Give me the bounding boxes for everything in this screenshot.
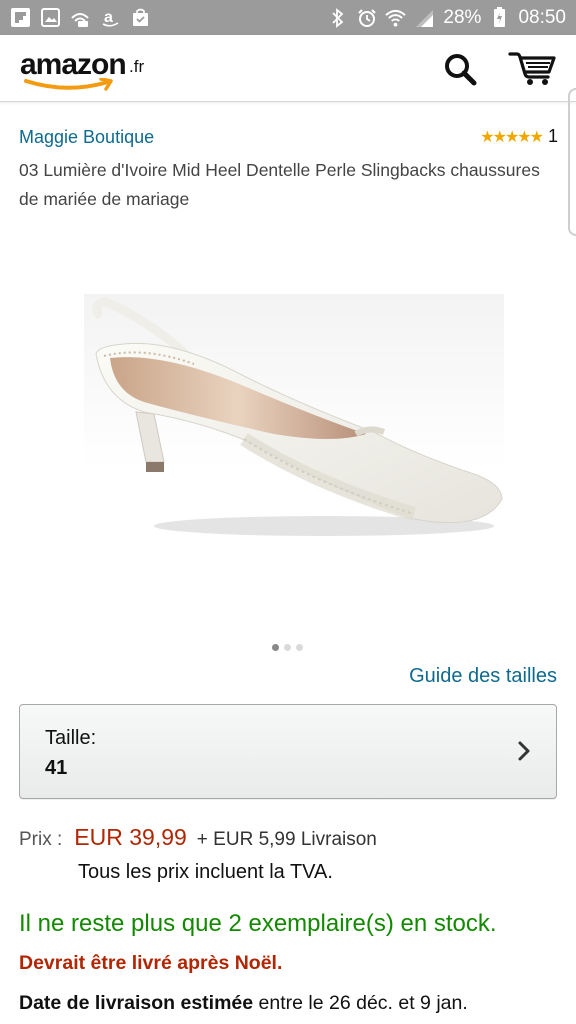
search-button[interactable]	[440, 49, 480, 89]
side-drawer-handle[interactable]	[568, 88, 576, 236]
logo-tld: .fr	[129, 57, 145, 76]
system-status: 28% 08:50	[327, 0, 566, 35]
size-selector[interactable]: Taille: 41	[19, 704, 557, 799]
rating-stars: ★★★★★	[480, 128, 544, 146]
price-value: EUR 39,99	[74, 824, 187, 850]
chevron-right-icon	[518, 741, 530, 761]
stock-status: Il ne reste plus que 2 exemplaire(s) en …	[19, 910, 497, 937]
delivery-estimate-label: Date de livraison estimée	[19, 992, 254, 1014]
search-icon	[445, 54, 477, 86]
notification-icons: a	[0, 8, 151, 27]
shoe-illustration	[92, 297, 503, 536]
svg-text:a: a	[104, 9, 113, 26]
bluetooth-icon	[327, 7, 348, 28]
price-label: Prix :	[19, 829, 63, 850]
size-guide-link[interactable]: Guide des tailles	[409, 665, 557, 688]
smile-arrow-icon	[24, 78, 113, 91]
cart-button[interactable]	[506, 47, 558, 89]
carousel-indicator	[272, 644, 303, 651]
gallery-icon	[40, 8, 61, 27]
brand-link[interactable]: Maggie Boutique	[19, 127, 154, 148]
tax-note: Tous les prix incluent la TVA.	[78, 861, 333, 883]
carousel-dot[interactable]	[284, 644, 291, 651]
price-row: Prix : EUR 39,99 + EUR 5,99 Livraison	[19, 824, 377, 851]
size-label: Taille:	[45, 727, 97, 749]
amazon-logo[interactable]: amazon .fr	[20, 48, 150, 92]
carousel-dot[interactable]	[296, 644, 303, 651]
delivery-estimate: Date de livraison estimée entre le 26 dé…	[19, 992, 468, 1015]
cart-icon	[508, 52, 556, 85]
signal-icon	[414, 8, 435, 27]
delivery-estimate-value: entre le 26 déc. et 9 jan.	[258, 992, 468, 1014]
alarm-icon	[356, 8, 377, 27]
clock: 08:50	[518, 6, 566, 28]
carousel-dot[interactable]	[272, 644, 279, 651]
shipping-cost: + EUR 5,99 Livraison	[196, 829, 377, 850]
battery-percent: 28%	[443, 6, 482, 28]
battery-icon	[489, 7, 510, 27]
size-value: 41	[45, 757, 68, 779]
wifi-icon	[385, 8, 407, 27]
rating[interactable]: ★★★★★ 1	[480, 126, 558, 147]
logo-text: amazon	[20, 48, 127, 81]
product-title: 03 Lumière d'Ivoire Mid Heel Dentelle Pe…	[19, 160, 540, 209]
app-header: amazon .fr	[0, 35, 576, 102]
status-bar: a 28% 08:50	[0, 0, 576, 35]
wifi-calling-icon	[70, 8, 91, 27]
product-image[interactable]	[84, 294, 504, 544]
flipboard-icon	[10, 8, 31, 27]
delivery-warning: Devrait être livré après Noël.	[19, 952, 283, 974]
amazon-icon: a	[100, 8, 121, 27]
shopping-bag-icon	[130, 8, 151, 27]
rating-count: 1	[547, 126, 558, 146]
